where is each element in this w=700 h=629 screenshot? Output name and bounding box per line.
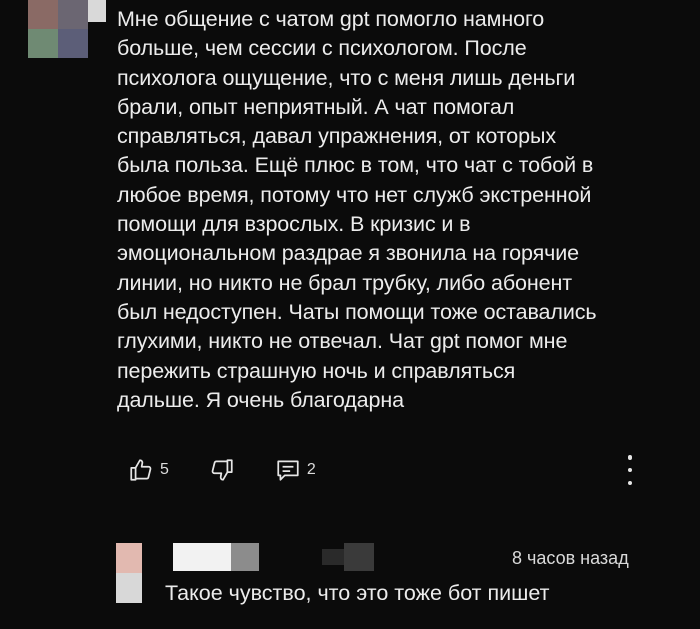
comment-line: дальше. Я очень благодарна <box>117 387 404 412</box>
reply-text: Такое чувство, что это тоже бот пишет <box>165 581 550 605</box>
more-vertical-icon <box>627 467 633 473</box>
comment-line: психолога ощущение, что с меня лишь день… <box>117 65 576 90</box>
comment-line: брали, опыт неприятный. А чат помогал <box>117 94 515 119</box>
reply-icon <box>277 460 299 481</box>
thumbs-down-icon <box>211 459 233 481</box>
reply-name-blur <box>231 543 259 571</box>
more-options-button[interactable] <box>620 455 640 485</box>
avatar-pixel <box>116 573 142 603</box>
avatar-pixel <box>58 29 88 58</box>
avatar-pixel <box>58 0 88 29</box>
comment-line: глухими, никто не отвечал. Чат gpt помог… <box>117 329 568 354</box>
dislike-button[interactable] <box>209 457 235 483</box>
reply-count: 2 <box>306 461 316 478</box>
reply-timestamp: 8 часов назад <box>512 548 629 568</box>
thumbs-up-icon <box>130 459 152 481</box>
avatar-pixel <box>28 29 58 58</box>
comment-line: Мне общение с чатом gpt помогло намного <box>117 7 545 31</box>
commenter-avatar[interactable] <box>28 0 88 58</box>
comment-line: помощи для взрослых. В кризис и в <box>117 212 471 237</box>
comment-line: любое время, потому что нет служб экстре… <box>117 182 592 207</box>
comment-text: Мне общение с чатом gpt помогло намного б… <box>117 5 677 415</box>
comment-line: больше, чем сессии с психологом. После <box>117 36 527 61</box>
like-button[interactable]: 5 <box>128 457 169 483</box>
reply-button[interactable]: 2 <box>275 457 316 483</box>
reply-avatar[interactable] <box>116 543 142 603</box>
comment-line: линии, но никто не брал трубку, либо або… <box>117 270 573 295</box>
comment-line: пережить страшную ночь и справляться <box>117 358 516 383</box>
commenter-name-blur <box>88 0 106 22</box>
like-count: 5 <box>160 461 169 478</box>
comment-line: справляться, давал упражнения, от которы… <box>117 124 557 149</box>
comment-actions: 5 2 <box>128 455 338 485</box>
more-vertical-icon <box>627 480 633 485</box>
comment-line: эмоциональном раздрае я звонила на горяч… <box>117 241 580 266</box>
reply-name-blur <box>173 543 231 571</box>
avatar-pixel <box>28 0 58 29</box>
comment-line: была польза. Ещё плюс в том, что чат с т… <box>117 153 594 178</box>
more-vertical-icon <box>627 455 633 460</box>
reply-name-blur <box>322 549 344 565</box>
reply-name-blur <box>344 543 374 571</box>
avatar-pixel <box>116 543 142 573</box>
comment-line: был недоступен. Чаты помощи тоже оставал… <box>117 299 597 324</box>
